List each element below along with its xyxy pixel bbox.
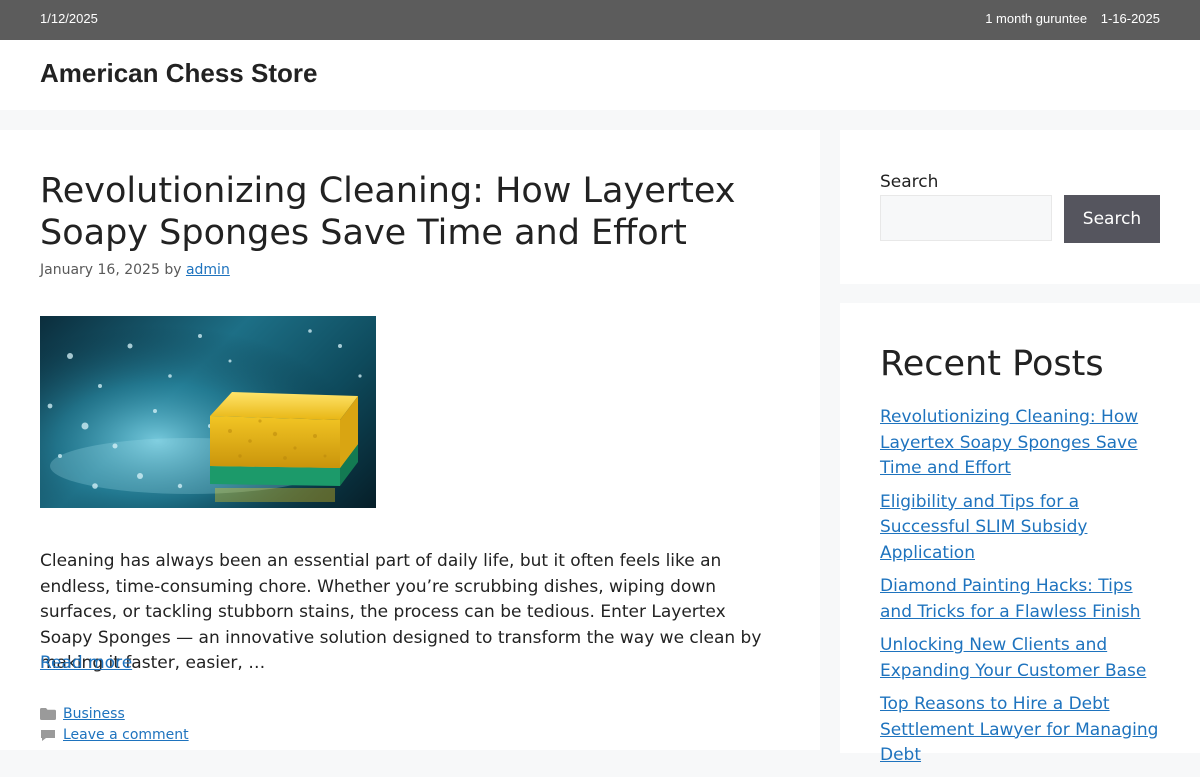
post-excerpt: Cleaning has always been an essential pa… — [40, 551, 762, 673]
post-meta: January 16, 2025 by admin — [40, 262, 230, 278]
post-thumbnail[interactable] — [40, 316, 376, 508]
recent-post-link[interactable]: Unlocking New Clients and Expanding Your… — [880, 635, 1146, 681]
leave-comment-link[interactable]: Leave a comment — [63, 727, 189, 743]
recent-post-link[interactable]: Revolutionizing Cleaning: How Layertex S… — [880, 407, 1138, 478]
sponge-image — [40, 316, 376, 508]
recent-posts-title: Recent Posts — [880, 344, 1104, 384]
search-input[interactable] — [880, 195, 1052, 241]
read-more-link[interactable]: Read more — [40, 653, 132, 673]
search-widget: Search Search — [840, 130, 1200, 284]
author-link[interactable]: admin — [186, 262, 230, 278]
search-button[interactable]: Search — [1064, 195, 1160, 243]
search-label: Search — [880, 172, 939, 192]
post-comments: Leave a comment — [40, 727, 189, 743]
recent-posts-widget: Recent Posts Revolutionizing Cleaning: H… — [840, 303, 1200, 765]
post-date: January 16, 2025 — [40, 262, 160, 278]
topbar-guarantee: 1 month guruntee — [985, 11, 1088, 26]
topbar-right: 1 month guruntee 1-16-2025 — [975, 11, 1160, 26]
topbar-date: 1/12/2025 — [40, 11, 98, 26]
recent-post-link[interactable]: Top Reasons to Hire a Debt Settlement La… — [880, 694, 1158, 765]
site-title[interactable]: American Chess Store — [40, 58, 317, 89]
recent-post-link[interactable]: Diamond Painting Hacks: Tips and Tricks … — [880, 576, 1141, 622]
site-header: American Chess Store — [0, 40, 1200, 110]
topbar-guarantee-date: 1-16-2025 — [1100, 11, 1160, 26]
category-link[interactable]: Business — [63, 706, 125, 722]
list-item: Eligibility and Tips for a Successful SL… — [880, 490, 1165, 567]
list-item: Diamond Painting Hacks: Tips and Tricks … — [880, 574, 1165, 625]
list-item: Revolutionizing Cleaning: How Layertex S… — [880, 405, 1165, 482]
post-by: by — [164, 262, 182, 278]
main-content: Revolutionizing Cleaning: How Layertex S… — [0, 130, 820, 750]
post-title[interactable]: Revolutionizing Cleaning: How Layertex S… — [40, 170, 780, 254]
list-item: Top Reasons to Hire a Debt Settlement La… — [880, 692, 1165, 769]
top-bar: 1/12/2025 1 month guruntee 1-16-2025 — [0, 0, 1200, 40]
recent-posts-list: Revolutionizing Cleaning: How Layertex S… — [880, 405, 1165, 777]
folder-icon — [40, 708, 56, 720]
post-category: Business — [40, 706, 125, 722]
list-item: Unlocking New Clients and Expanding Your… — [880, 633, 1165, 684]
recent-post-link[interactable]: Eligibility and Tips for a Successful SL… — [880, 492, 1087, 563]
